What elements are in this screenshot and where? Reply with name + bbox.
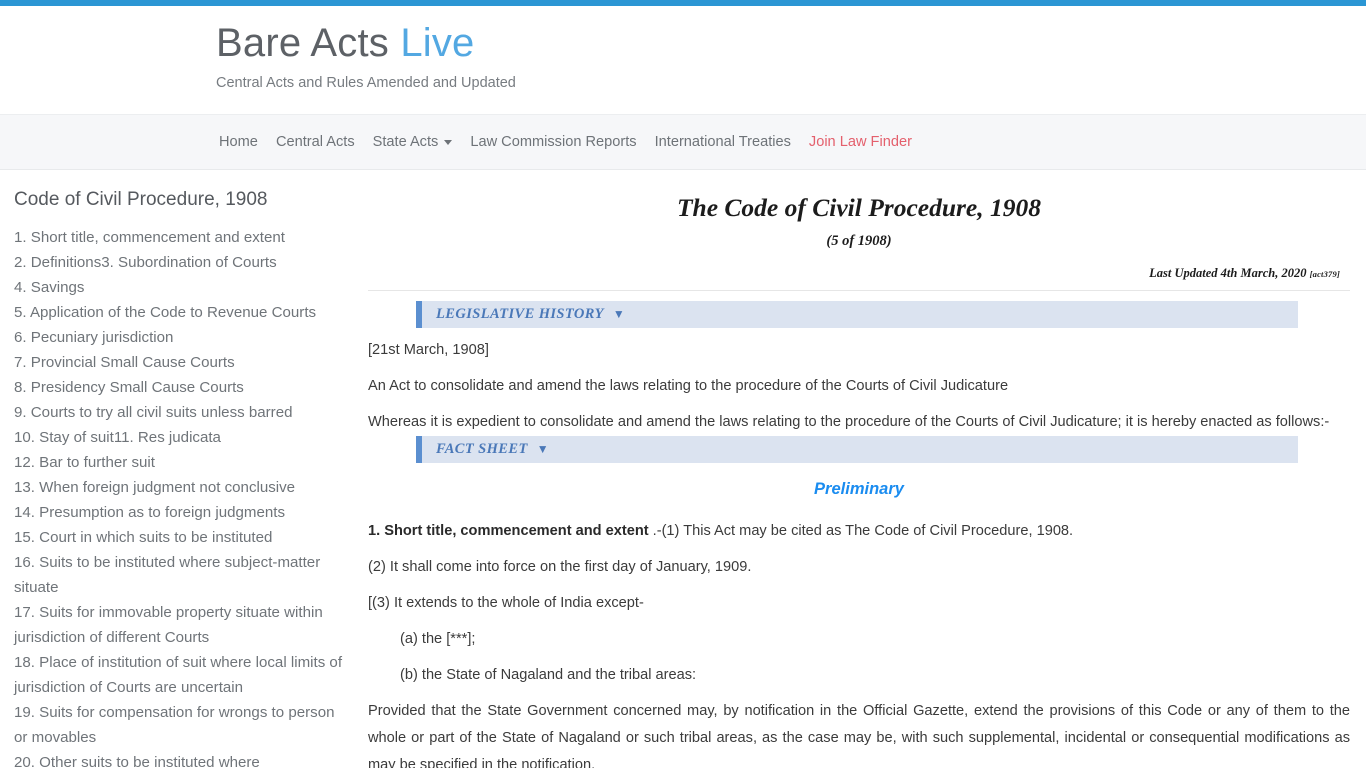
table-of-contents-sidebar: Code of Civil Procedure, 1908 1. Short t…	[0, 170, 362, 768]
toc-item-15[interactable]: 15. Court in which suits to be institute…	[14, 525, 344, 550]
toc-item-4[interactable]: 4. Savings	[14, 275, 344, 300]
main-navigation: Home Central Acts State Acts Law Commiss…	[0, 114, 1366, 170]
brand-title-primary: Bare Acts	[216, 21, 389, 65]
last-updated-text: Last Updated 4th March, 2020	[1149, 265, 1307, 280]
section-1-subsection-3: [(3) It extends to the whole of India ex…	[368, 595, 644, 612]
last-updated-stamp: Last Updated 4th March, 2020 [act379]	[368, 266, 1350, 281]
title-divider	[368, 289, 1350, 291]
nav-item-central-acts[interactable]: Central Acts	[267, 128, 364, 156]
commencement-date: [21st March, 1908]	[368, 341, 489, 358]
toc-item-10[interactable]: 10. Stay of suit11. Res judicata	[14, 425, 344, 450]
nav-item-label: International Treaties	[654, 134, 791, 150]
nav-list: Home Central Acts State Acts Law Commiss…	[210, 128, 921, 156]
long-title: An Act to consolidate and amend the laws…	[368, 377, 1009, 394]
sidebar-title: Code of Civil Procedure, 1908	[14, 189, 268, 210]
nav-item-label: Law Commission Reports	[470, 134, 637, 150]
toc-item-5[interactable]: 5. Application of the Code to Revenue Co…	[14, 300, 344, 325]
page-title: The Code of Civil Procedure, 1908	[676, 193, 1042, 222]
legislative-history-toggle[interactable]: LEGISLATIVE HISTORY ▼	[416, 300, 1298, 328]
section-1-marginal-note: 1. Short title, commencement and extent	[368, 523, 649, 540]
chevron-down-icon: ▼	[612, 307, 625, 322]
toc-item-20[interactable]: 20. Other suits to be instituted where	[14, 750, 344, 768]
nav-item-join-law-finder[interactable]: Join Law Finder	[800, 128, 921, 156]
brand-title-secondary: Live	[400, 21, 475, 65]
preamble: Whereas it is expedient to consolidate a…	[368, 413, 1330, 430]
toc-item-2[interactable]: 2. Definitions3. Subordination of Courts	[14, 250, 344, 275]
nav-item-label: Home	[219, 134, 258, 150]
toc-item-6[interactable]: 6. Pecuniary jurisdiction	[14, 325, 344, 350]
toc-item-18[interactable]: 18. Place of institution of suit where l…	[14, 650, 344, 700]
nav-item-label: Central Acts	[275, 134, 355, 150]
toc-item-16[interactable]: 16. Suits to be instituted where subject…	[14, 550, 344, 600]
toc-list: 1. Short title, commencement and extent …	[14, 225, 344, 768]
nav-item-label: Join Law Finder	[808, 134, 912, 150]
section-1-subsection-2: (2) It shall come into force on the firs…	[368, 559, 752, 576]
toc-item-12[interactable]: 12. Bar to further suit	[14, 450, 344, 475]
section-1-clause-a: (a) the [***];	[400, 631, 476, 648]
nav-item-state-acts[interactable]: State Acts	[364, 128, 462, 156]
act-number: (5 of 1908)	[826, 232, 892, 249]
fact-sheet-toggle[interactable]: FACT SHEET ▼	[416, 435, 1298, 463]
brand-tagline: Central Acts and Rules Amended and Updat…	[216, 75, 516, 91]
chevron-down-icon: ▼	[536, 442, 549, 457]
toc-item-7[interactable]: 7. Provincial Small Cause Courts	[14, 350, 344, 375]
nav-item-label: State Acts	[372, 134, 439, 150]
section-1-proviso: Provided that the State Government conce…	[368, 703, 1350, 768]
brand-title: Bare Acts Live	[216, 20, 516, 66]
toc-item-19[interactable]: 19. Suits for compensation for wrongs to…	[14, 700, 344, 750]
section-1-clause-b: (b) the State of Nagaland and the tribal…	[400, 667, 697, 684]
nav-item-law-commission-reports[interactable]: Law Commission Reports	[461, 128, 645, 156]
toc-item-9[interactable]: 9. Courts to try all civil suits unless …	[14, 400, 344, 425]
chevron-down-icon	[444, 139, 453, 145]
reference-code: [act379]	[1309, 268, 1340, 279]
nav-item-home[interactable]: Home	[210, 128, 267, 156]
fact-sheet-label: FACT SHEET	[436, 440, 528, 457]
toc-item-17[interactable]: 17. Suits for immovable property situate…	[14, 600, 344, 650]
legislative-history-label: LEGISLATIVE HISTORY	[436, 305, 604, 322]
toc-item-14[interactable]: 14. Presumption as to foreign judgments	[14, 500, 344, 525]
act-content: The Code of Civil Procedure, 1908 (5 of …	[362, 170, 1366, 768]
page-body: Code of Civil Procedure, 1908 1. Short t…	[0, 170, 1366, 768]
section-1-sub-1-text: .-(1) This Act may be cited as The Code …	[652, 523, 1074, 540]
site-logo[interactable]: Bare Acts Live Central Acts and Rules Am…	[216, 20, 516, 91]
chapter-heading: Preliminary	[814, 479, 904, 498]
section-1-subsection-1: 1. Short title, commencement and extent …	[368, 518, 1350, 545]
site-masthead: Bare Acts Live Central Acts and Rules Am…	[0, 6, 1366, 114]
toc-item-13[interactable]: 13. When foreign judgment not conclusive	[14, 475, 344, 500]
nav-item-international-treaties[interactable]: International Treaties	[646, 128, 800, 156]
toc-item-8[interactable]: 8. Presidency Small Cause Courts	[14, 375, 344, 400]
toc-item-1[interactable]: 1. Short title, commencement and extent	[14, 225, 344, 250]
